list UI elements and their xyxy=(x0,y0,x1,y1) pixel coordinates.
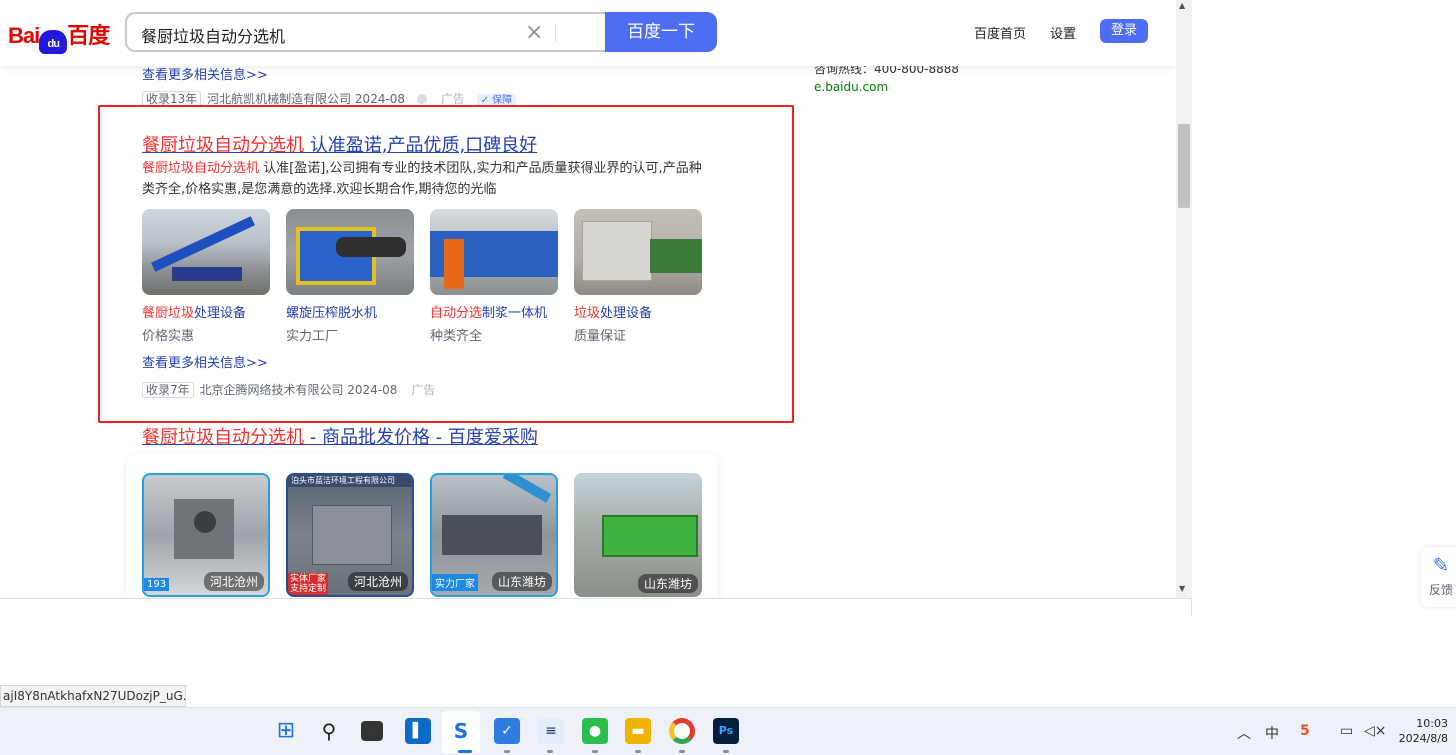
ad-result-description: 餐厨垃圾自动分选机 认准[盈诺],公司拥有专业的技术团队,实力和产品质量获得业界… xyxy=(142,158,702,200)
product-1-label: 193 xyxy=(144,578,170,591)
thumb-image-2[interactable] xyxy=(286,209,414,295)
windows-taskbar: ⊞ ⚲ ▌ S ✓ ≡ ● ▬ Ps ︿ 中 5 ▭ ◁× 10:03 2024… xyxy=(0,707,1456,755)
baidu-logo[interactable]: Bai du 百度 xyxy=(8,18,110,54)
edit-icon: ✎ xyxy=(1432,553,1450,577)
baidu-browser-icon[interactable]: S xyxy=(448,718,474,744)
prev-ad-label: 广告 xyxy=(440,92,465,106)
b2b-result-title[interactable]: 餐厨垃圾自动分选机 - 商品批发价格 - 百度爱采购 xyxy=(142,423,538,449)
chevron-up-icon[interactable]: ︿ xyxy=(1237,723,1251,743)
logo-text-right: 百度 xyxy=(67,23,110,48)
feedback-label: 反馈 xyxy=(1428,583,1453,597)
logo-text-left: Bai xyxy=(8,23,40,48)
product-3-location: 山东潍坊 xyxy=(491,572,552,591)
site-link[interactable]: e.baidu.com xyxy=(814,80,888,94)
prev-company[interactable]: 河北航凯机械制造有限公司 2024-08 xyxy=(207,92,405,106)
task-view-icon[interactable] xyxy=(361,721,383,741)
clock-time: 10:03 xyxy=(1416,717,1448,730)
html5-icon[interactable]: 5 xyxy=(1300,723,1310,739)
paw-icon: du xyxy=(39,30,68,54)
thumb-title-3[interactable]: 自动分选制浆一体机 xyxy=(430,302,547,321)
running-indicator xyxy=(592,750,598,753)
search-divider xyxy=(555,24,556,42)
thumb-title-2[interactable]: 螺旋压榨脱水机 xyxy=(286,302,377,321)
scrollbar-thumb[interactable] xyxy=(1178,124,1190,208)
thumb-title-3-rest: 制浆一体机 xyxy=(482,306,548,321)
file-explorer-icon[interactable]: ▬ xyxy=(625,718,651,744)
browser-viewport: 查看更多相关信息>> 收录13年 河北航凯机械制造有限公司 2024-08 广告… xyxy=(0,0,1176,598)
prev-more-link[interactable]: 查看更多相关信息>> xyxy=(142,64,268,83)
network-icon[interactable]: ▭ xyxy=(1340,723,1353,739)
running-indicator xyxy=(679,750,685,753)
search-header: Bai du 百度 餐厨垃圾自动分选机 × 百度一下 百度首页 设置 登录 xyxy=(0,0,1176,66)
thumb-sub-1: 价格实惠 xyxy=(142,329,195,344)
running-indicator xyxy=(635,750,641,753)
title-rest: 认准盈诺,产品优质,口碑良好 xyxy=(304,135,538,156)
security-app-icon[interactable]: ✓ xyxy=(494,718,520,744)
product-image-4[interactable]: 山东潍坊 xyxy=(574,473,702,597)
ad-index-tag: 收录7年 xyxy=(142,382,194,398)
scroll-down-arrow-icon[interactable]: ▼ xyxy=(1179,584,1185,593)
thumb-sub-4: 质量保证 xyxy=(574,329,627,344)
title-highlight: 餐厨垃圾自动分选机 xyxy=(142,135,304,156)
ime-indicator[interactable]: 中 xyxy=(1265,723,1279,743)
thumb-title-2-rest: 螺旋压榨脱水机 xyxy=(286,306,378,321)
ad-company[interactable]: 北京企腾网络技术有限公司 2024-08 xyxy=(199,383,397,397)
search-icon[interactable]: ⚲ xyxy=(316,718,342,744)
thumb-title-4-rest: 处理设备 xyxy=(600,306,653,321)
running-indicator xyxy=(458,750,472,753)
system-clock[interactable]: 10:03 2024/8/8 xyxy=(1398,716,1448,746)
widgets-icon[interactable]: ▌ xyxy=(405,718,431,744)
windows-start-icon[interactable]: ⊞ xyxy=(273,718,299,744)
thumb-sub-3: 种类齐全 xyxy=(430,329,483,344)
vertical-scrollbar[interactable] xyxy=(1176,0,1192,598)
product-2-band: 泊头市蓝洁环境工程有限公司 xyxy=(288,475,412,487)
desc-highlight: 餐厨垃圾自动分选机 xyxy=(142,161,260,176)
photoshop-icon[interactable]: Ps xyxy=(713,718,739,744)
b2b-title-rest: - 商品批发价格 - 百度爱采购 xyxy=(304,427,538,448)
product-1-location: 河北沧州 xyxy=(203,572,264,591)
product-2-location: 河北沧州 xyxy=(347,572,408,591)
product-2-label: 实体厂家 支持定制 xyxy=(288,573,328,595)
chrome-icon[interactable] xyxy=(669,718,695,744)
clock-date: 2024/8/8 xyxy=(1398,732,1448,745)
thumb-sub-2: 实力工厂 xyxy=(286,329,339,344)
product-4-location: 山东潍坊 xyxy=(637,574,698,593)
scroll-up-arrow-icon[interactable]: ▲ xyxy=(1179,1,1185,10)
login-button[interactable]: 登录 xyxy=(1100,19,1148,43)
info-icon[interactable] xyxy=(416,94,427,104)
running-indicator xyxy=(504,750,510,753)
feedback-button[interactable]: ✎ 反馈 xyxy=(1421,547,1456,607)
thumb-image-3[interactable] xyxy=(430,209,558,295)
notepad-icon[interactable]: ≡ xyxy=(538,718,564,744)
product-3-label: 实力厂家 xyxy=(432,574,478,591)
volume-muted-icon[interactable]: ◁× xyxy=(1364,723,1387,739)
nav-home-link[interactable]: 百度首页 xyxy=(974,23,1026,42)
thumb-title-3-hl: 自动分选 xyxy=(430,306,483,321)
thumb-title-1[interactable]: 餐厨垃圾处理设备 xyxy=(142,302,246,321)
product-image-1[interactable]: 193 河北沧州 xyxy=(142,473,270,597)
thumb-title-1-rest: 处理设备 xyxy=(194,306,247,321)
thumb-image-1[interactable] xyxy=(142,209,270,295)
running-indicator xyxy=(723,750,729,753)
running-indicator xyxy=(547,750,553,753)
status-bar-url: ajI8Y8nAtkhafxN27UDozjP_uG... xyxy=(0,685,186,707)
clear-icon[interactable]: × xyxy=(525,20,543,45)
ad-result-title[interactable]: 餐厨垃圾自动分选机 认准盈诺,产品优质,口碑良好 xyxy=(142,131,537,157)
search-button[interactable]: 百度一下 xyxy=(605,12,717,52)
nav-settings-link[interactable]: 设置 xyxy=(1050,23,1076,42)
b2b-title-highlight: 餐厨垃圾自动分选机 xyxy=(142,427,304,448)
thumb-image-4[interactable] xyxy=(574,209,702,295)
ad-more-link[interactable]: 查看更多相关信息>> xyxy=(142,352,268,371)
product-image-3[interactable]: 实力厂家 山东潍坊 xyxy=(430,473,558,597)
ad-meta: 收录7年 北京企腾网络技术有限公司 2024-08 广告 xyxy=(142,381,435,398)
ad-label: 广告 xyxy=(411,383,436,397)
product-image-2[interactable]: 泊头市蓝洁环境工程有限公司 实体厂家 支持定制 河北沧州 xyxy=(286,473,414,597)
thumb-title-4-hl: 垃圾 xyxy=(574,306,601,321)
wechat-icon[interactable]: ● xyxy=(582,718,608,744)
thumb-title-4[interactable]: 垃圾处理设备 xyxy=(574,302,652,321)
viewport-bottom-edge xyxy=(0,598,1192,616)
search-input[interactable]: 餐厨垃圾自动分选机 xyxy=(141,23,285,47)
thumb-title-1-hl: 餐厨垃圾 xyxy=(142,306,195,321)
search-box[interactable]: 餐厨垃圾自动分选机 × xyxy=(125,12,607,52)
